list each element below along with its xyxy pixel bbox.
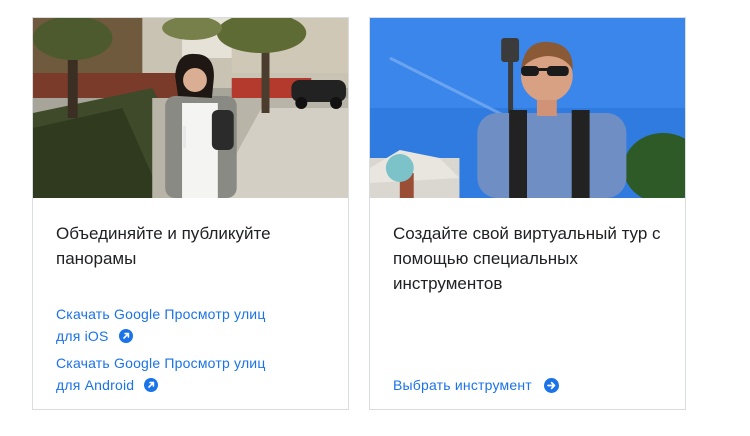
- card-title: Создайте свой виртуальный тур с помощью …: [393, 224, 661, 293]
- link-label: Выбрать инструмент: [393, 377, 532, 393]
- choose-tool-link[interactable]: Выбрать инструмент: [393, 374, 669, 396]
- street-photo: [33, 18, 348, 198]
- link-label-line1: Скачать Google Просмотр улиц: [56, 306, 266, 322]
- link-label-line1: Скачать Google Просмотр улиц: [56, 355, 266, 371]
- link-label-line2: для iOS: [56, 328, 109, 344]
- download-ios-link[interactable]: Скачать Google Просмотр улиц для iOS: [56, 303, 332, 347]
- card-share-panoramas: Объединяйте и публикуйте панорамы Скачат…: [32, 17, 349, 410]
- external-link-icon: [118, 329, 133, 343]
- external-link-icon: [144, 378, 159, 392]
- arrow-right-circle-icon: [543, 378, 559, 393]
- card-title: Объединяйте и публикуйте панорамы: [56, 224, 271, 268]
- man-with-camera-photo: [370, 18, 685, 198]
- card-virtual-tour: Создайте свой виртуальный тур с помощью …: [369, 17, 686, 410]
- link-label-line2: для Android: [56, 377, 135, 393]
- download-android-link[interactable]: Скачать Google Просмотр улиц для Android: [56, 352, 332, 396]
